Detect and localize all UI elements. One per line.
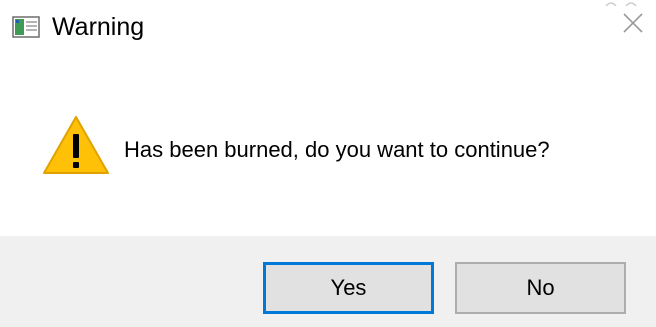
title-bar[interactable]: Warning: [0, 0, 656, 58]
dialog-message: Has been burned, do you want to continue…: [124, 137, 550, 162]
yes-button[interactable]: Yes: [263, 262, 434, 314]
warning-dialog: Warning Has been burned, do you want to …: [0, 0, 656, 327]
window-title: Warning: [52, 13, 145, 41]
warning-icon: [42, 114, 110, 176]
dialog-footer: Yes No: [0, 236, 656, 327]
close-button[interactable]: [610, 0, 656, 50]
app-window-icon: [12, 16, 40, 38]
close-icon: [622, 12, 644, 39]
no-button[interactable]: No: [455, 262, 626, 314]
dialog-content: Has been burned, do you want to continue…: [0, 58, 656, 236]
